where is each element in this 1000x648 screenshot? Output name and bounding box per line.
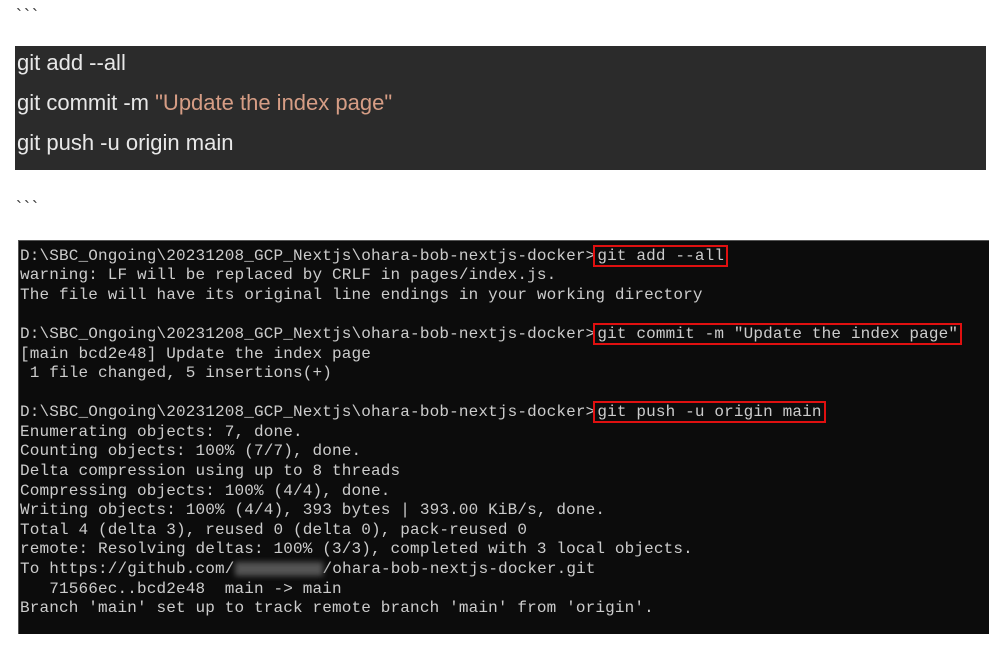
terminal-line: 1 file changed, 5 insertions(+) [20,364,333,382]
terminal-line: To https://github.com/ /ohara-bob-nextjs-… [20,559,596,579]
terminal-line: D:\SBC_Ongoing\20231208_GCP_Nextjs\ohara… [20,401,826,423]
prompt: D:\SBC_Ongoing\20231208_GCP_Nextjs\ohara… [20,247,596,265]
code-line: git push -u origin main [17,130,234,155]
terminal-window: D:\SBC_Ongoing\20231208_GCP_Nextjs\ohara… [18,240,989,634]
terminal-line: Compressing objects: 100% (4/4), done. [20,482,391,500]
terminal-line: D:\SBC_Ongoing\20231208_GCP_Nextjs\ohara… [20,323,963,345]
code-line: git add --all [17,50,126,75]
url-suffix: /ohara-bob-nextjs-docker.git [322,560,596,578]
highlighted-command: git commit -m "Update the index page" [593,323,963,345]
terminal-line: remote: Resolving deltas: 100% (3/3), co… [20,540,693,558]
code-fence-open: ``` [16,6,40,26]
code-block: git add --all git commit -m "Update the … [15,46,986,170]
terminal-line: The file will have its original line end… [20,286,703,304]
code-string: "Update the index page" [155,90,393,115]
prompt: D:\SBC_Ongoing\20231208_GCP_Nextjs\ohara… [20,403,596,421]
terminal-line: Delta compression using up to 8 threads [20,462,401,480]
terminal-line: Counting objects: 100% (7/7), done. [20,442,362,460]
terminal-line: warning: LF will be replaced by CRLF in … [20,266,557,284]
url-prefix: To https://github.com/ [20,560,235,578]
code-fence-close: ``` [16,198,40,218]
redacted-username [234,561,323,576]
prompt: D:\SBC_Ongoing\20231208_GCP_Nextjs\ohara… [20,325,596,343]
highlighted-command: git push -u origin main [593,401,826,423]
terminal-line: 71566ec..bcd2e48 main -> main [20,580,342,598]
code-command: git commit -m [17,90,156,115]
terminal-line: Enumerating objects: 7, done. [20,423,303,441]
highlighted-command: git add --all [593,245,729,267]
terminal-line: Writing objects: 100% (4/4), 393 bytes |… [20,501,606,519]
terminal-line: D:\SBC_Ongoing\20231208_GCP_Nextjs\ohara… [20,245,729,267]
terminal-line: [main bcd2e48] Update the index page [20,345,372,363]
terminal-line: Branch 'main' set up to track remote bra… [20,599,654,617]
code-line: git commit -m "Update the index page" [17,90,392,116]
terminal-line: Total 4 (delta 3), reused 0 (delta 0), p… [20,521,528,539]
